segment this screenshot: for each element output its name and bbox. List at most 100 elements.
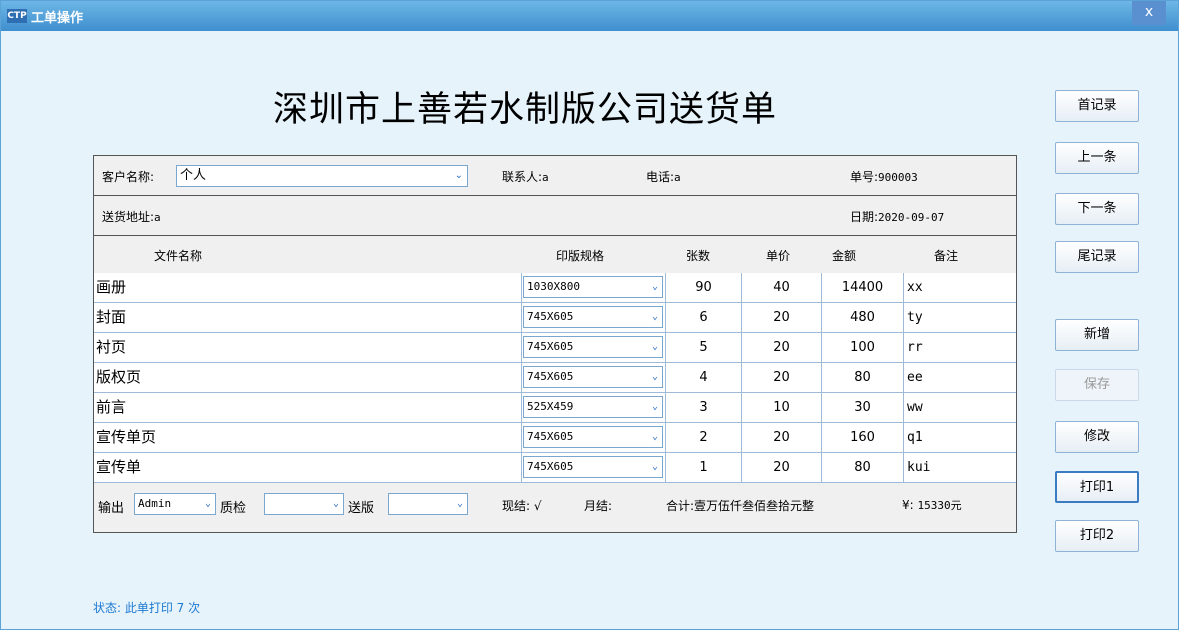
column-header-name: 文件名称	[154, 249, 203, 263]
address-label: 送货地址:a	[102, 210, 161, 224]
table-row: 封面 745X605 ⌄ 6 20 480 ty	[94, 303, 1016, 333]
spec-select[interactable]: 745X605 ⌄	[523, 426, 663, 448]
spec-value: 745X605	[527, 340, 574, 353]
customer-label: 客户名称:	[102, 170, 155, 184]
amount-cell: 80	[822, 453, 904, 483]
price-cell[interactable]: 20	[742, 363, 822, 393]
print2-button[interactable]: 打印2	[1055, 520, 1139, 552]
file-name-cell[interactable]: 画册	[94, 273, 522, 303]
spec-value: 525X459	[527, 400, 574, 413]
delivery-form: 客户名称: 个人 ⌄ 联系人:a 电话:a 单号:900003 送货地址:a 日…	[93, 155, 1017, 533]
send-label: 送版	[348, 501, 375, 516]
sheets-cell[interactable]: 4	[666, 363, 742, 393]
address-value: a	[154, 211, 161, 224]
sheets-cell[interactable]: 1	[666, 453, 742, 483]
total-amount: ¥: 15330元	[902, 498, 962, 512]
note-cell[interactable]: rr	[904, 333, 1016, 363]
sheets-cell[interactable]: 5	[666, 333, 742, 363]
note-cell[interactable]: ee	[904, 363, 1016, 393]
spec-select[interactable]: 745X605 ⌄	[523, 306, 663, 328]
file-name-cell[interactable]: 前言	[94, 393, 522, 423]
chevron-down-icon: ⌄	[651, 461, 658, 472]
output-value: Admin	[138, 497, 172, 510]
print1-button[interactable]: 打印1	[1055, 471, 1139, 503]
previous-record-button[interactable]: 上一条	[1055, 142, 1139, 174]
column-header-amount: 金额	[832, 249, 857, 263]
spec-select[interactable]: 745X605 ⌄	[523, 456, 663, 478]
chevron-down-icon: ⌄	[204, 498, 211, 509]
price-cell[interactable]: 20	[742, 333, 822, 363]
output-label: 输出	[98, 501, 125, 516]
contact-value: a	[542, 171, 549, 184]
chevron-down-icon: ⌄	[651, 431, 658, 442]
divider	[94, 235, 1016, 236]
note-cell[interactable]: xx	[904, 273, 1016, 303]
app-logo-icon: CTP	[7, 9, 27, 23]
date-label: 日期:2020-09-07	[850, 210, 945, 224]
note-cell[interactable]: q1	[904, 423, 1016, 453]
order-number: 单号:900003	[850, 170, 918, 184]
close-icon[interactable]: x	[1132, 1, 1166, 25]
price-cell[interactable]: 10	[742, 393, 822, 423]
phone-value: a	[674, 171, 681, 184]
table-row: 版权页 745X605 ⌄ 4 20 80 ee	[94, 363, 1016, 393]
column-header-note: 备注	[934, 249, 959, 263]
divider	[94, 195, 1016, 196]
total-in-words: 合计:壹万伍仟叁佰叁拾元整	[666, 499, 815, 513]
spec-select[interactable]: 525X459 ⌄	[523, 396, 663, 418]
first-record-button[interactable]: 首记录	[1055, 90, 1139, 122]
table-row: 宣传单页 745X605 ⌄ 2 20 160 q1	[94, 423, 1016, 453]
file-name-cell[interactable]: 衬页	[94, 333, 522, 363]
note-cell[interactable]: ty	[904, 303, 1016, 333]
spec-value: 745X605	[527, 370, 574, 383]
column-header-spec: 印版规格	[556, 249, 605, 263]
amount-cell: 160	[822, 423, 904, 453]
contact-label: 联系人:a	[502, 170, 549, 184]
total-amount-value: 15330元	[917, 499, 962, 512]
sheets-cell[interactable]: 2	[666, 423, 742, 453]
price-cell[interactable]: 20	[742, 453, 822, 483]
title-bar: CTP 工单操作 x	[1, 1, 1178, 31]
edit-button[interactable]: 修改	[1055, 421, 1139, 453]
add-button[interactable]: 新增	[1055, 319, 1139, 351]
sheets-cell[interactable]: 6	[666, 303, 742, 333]
table-row: 衬页 745X605 ⌄ 5 20 100 rr	[94, 333, 1016, 363]
sheets-cell[interactable]: 3	[666, 393, 742, 423]
monthly-settlement-label: 月结:	[584, 499, 613, 513]
price-cell[interactable]: 20	[742, 303, 822, 333]
spec-select[interactable]: 745X605 ⌄	[523, 366, 663, 388]
file-name-cell[interactable]: 封面	[94, 303, 522, 333]
file-name-cell[interactable]: 版权页	[94, 363, 522, 393]
price-cell[interactable]: 40	[742, 273, 822, 303]
table-row: 宣传单 745X605 ⌄ 1 20 80 kui	[94, 453, 1016, 483]
send-select[interactable]: ⌄	[388, 493, 468, 515]
customer-value: 个人	[180, 168, 207, 183]
note-cell[interactable]: ww	[904, 393, 1016, 423]
file-name-cell[interactable]: 宣传单页	[94, 423, 522, 453]
spec-value: 745X605	[527, 430, 574, 443]
qc-label: 质检	[220, 501, 247, 516]
chevron-down-icon: ⌄	[651, 401, 658, 412]
amount-cell: 100	[822, 333, 904, 363]
file-name-cell[interactable]: 宣传单	[94, 453, 522, 483]
column-header-sheets: 张数	[686, 249, 711, 263]
status-text: 状态: 此单打印 7 次	[93, 601, 201, 615]
total-words: 壹万伍仟叁佰叁拾元整	[694, 499, 815, 513]
spec-select[interactable]: 745X605 ⌄	[523, 336, 663, 358]
price-cell[interactable]: 20	[742, 423, 822, 453]
amount-cell: 14400	[822, 273, 904, 303]
note-cell[interactable]: kui	[904, 453, 1016, 483]
status-bar: 状态: 此单打印 7 次	[1, 589, 1178, 629]
chevron-down-icon: ⌄	[456, 498, 463, 509]
output-select[interactable]: Admin ⌄	[134, 493, 216, 515]
qc-select[interactable]: ⌄	[264, 493, 344, 515]
customer-select[interactable]: 个人 ⌄	[176, 165, 468, 187]
chevron-down-icon: ⌄	[651, 311, 658, 322]
sheets-cell[interactable]: 90	[666, 273, 742, 303]
last-record-button[interactable]: 尾记录	[1055, 241, 1139, 273]
chevron-down-icon: ⌄	[454, 170, 463, 181]
next-record-button[interactable]: 下一条	[1055, 193, 1139, 225]
amount-cell: 30	[822, 393, 904, 423]
save-button[interactable]: 保存	[1055, 369, 1139, 401]
order-number-value: 900003	[878, 171, 918, 184]
